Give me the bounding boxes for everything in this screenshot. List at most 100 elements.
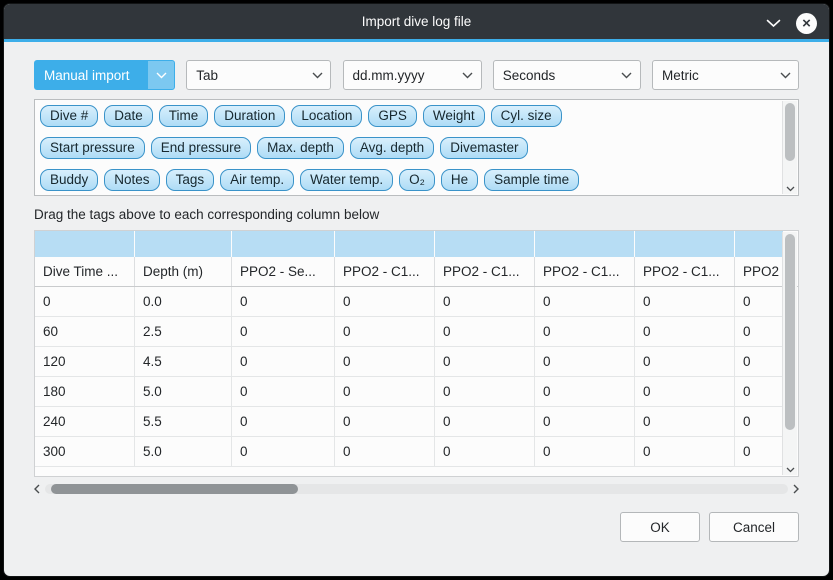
table-cell[interactable]: 0 <box>35 287 135 317</box>
table-cell[interactable]: 0 <box>335 317 435 347</box>
column-header[interactable]: PPO2 - Se... <box>232 257 335 286</box>
tag-he[interactable]: He <box>441 169 478 191</box>
table-cell[interactable]: 180 <box>35 377 135 407</box>
tag-dive[interactable]: Dive # <box>40 105 98 127</box>
table-cell[interactable]: 2.5 <box>135 317 232 347</box>
table-cell[interactable]: 4.5 <box>135 347 232 377</box>
table-cell[interactable]: 0 <box>535 377 635 407</box>
drop-target-cell[interactable] <box>535 231 635 257</box>
table-cell[interactable]: 0 <box>335 407 435 437</box>
column-header[interactable]: PPO2 - C1... <box>335 257 435 286</box>
field-separator-select[interactable]: Tab <box>186 60 331 90</box>
table-cell[interactable]: 5.0 <box>135 437 232 467</box>
table-cell[interactable]: 0 <box>635 377 735 407</box>
table-cell[interactable]: 0 <box>535 347 635 377</box>
table-cell[interactable]: 240 <box>35 407 135 437</box>
column-header[interactable]: Depth (m) <box>135 257 232 286</box>
table-vertical-scrollbar[interactable] <box>782 232 797 475</box>
tag-cyl-size[interactable]: Cyl. size <box>491 105 562 127</box>
table-cell[interactable]: 300 <box>35 437 135 467</box>
scrollbar-thumb[interactable] <box>51 484 298 494</box>
drop-target-cell[interactable] <box>35 231 135 257</box>
tag-weight[interactable]: Weight <box>423 105 485 127</box>
tag-max-depth[interactable]: Max. depth <box>257 137 344 159</box>
drop-target-cell[interactable] <box>135 231 232 257</box>
tag-sample-time[interactable]: Sample time <box>484 169 579 191</box>
column-header[interactable]: PPO2 - C1... <box>635 257 735 286</box>
tag-divemaster[interactable]: Divemaster <box>440 137 528 159</box>
tag-start-pressure[interactable]: Start pressure <box>40 137 145 159</box>
table-cell[interactable]: 0 <box>232 437 335 467</box>
table-cell[interactable]: 0 <box>232 347 335 377</box>
tag-duration[interactable]: Duration <box>214 105 285 127</box>
table-cell[interactable]: 0 <box>735 317 785 347</box>
tag-o[interactable]: O₂ <box>399 169 435 191</box>
table-cell[interactable]: 60 <box>35 317 135 347</box>
table-cell[interactable]: 0 <box>535 317 635 347</box>
scrollbar-thumb[interactable] <box>785 234 795 430</box>
column-header[interactable]: Dive Time ... <box>35 257 135 286</box>
table-cell[interactable]: 0 <box>735 377 785 407</box>
table-cell[interactable]: 120 <box>35 347 135 377</box>
scroll-down-arrow-icon[interactable] <box>783 186 797 192</box>
tag-air-temp[interactable]: Air temp. <box>220 169 294 191</box>
table-cell[interactable]: 0 <box>335 347 435 377</box>
scroll-right-arrow-icon[interactable] <box>793 484 799 494</box>
table-cell[interactable]: 0 <box>735 347 785 377</box>
table-cell[interactable]: 0 <box>735 437 785 467</box>
table-cell[interactable]: 0 <box>335 437 435 467</box>
table-cell[interactable]: 0 <box>635 287 735 317</box>
tag-end-pressure[interactable]: End pressure <box>151 137 251 159</box>
tag-date[interactable]: Date <box>104 105 153 127</box>
drop-target-cell[interactable] <box>735 231 783 257</box>
duration-format-select[interactable]: Seconds <box>493 60 641 90</box>
table-cell[interactable]: 0 <box>735 407 785 437</box>
tag-tags[interactable]: Tags <box>166 169 215 191</box>
titlebar[interactable]: Import dive log file × <box>4 4 829 42</box>
units-select[interactable]: Metric <box>652 60 799 90</box>
drop-target-cell[interactable] <box>232 231 335 257</box>
table-cell[interactable]: 0 <box>635 317 735 347</box>
drop-target-cell[interactable] <box>635 231 735 257</box>
close-icon[interactable]: × <box>796 13 817 34</box>
tag-water-temp[interactable]: Water temp. <box>300 169 393 191</box>
import-type-select[interactable]: Manual import <box>34 60 175 90</box>
table-cell[interactable]: 0 <box>435 317 535 347</box>
scrollbar-thumb[interactable] <box>785 103 795 161</box>
table-cell[interactable]: 0 <box>232 317 335 347</box>
ok-button[interactable]: OK <box>620 512 700 542</box>
column-header[interactable]: PPO2 <box>735 257 785 286</box>
scroll-left-arrow-icon[interactable] <box>34 484 40 494</box>
chevron-down-icon[interactable] <box>766 19 781 28</box>
tag-location[interactable]: Location <box>291 105 362 127</box>
drop-target-cell[interactable] <box>335 231 435 257</box>
tag-box-vertical-scrollbar[interactable] <box>782 101 797 194</box>
table-cell[interactable]: 0 <box>535 437 635 467</box>
table-cell[interactable]: 0 <box>635 437 735 467</box>
table-cell[interactable]: 0 <box>232 377 335 407</box>
table-cell[interactable]: 0 <box>435 377 535 407</box>
tag-gps[interactable]: GPS <box>368 105 417 127</box>
table-cell[interactable]: 0 <box>435 347 535 377</box>
table-cell[interactable]: 0.0 <box>135 287 232 317</box>
tag-time[interactable]: Time <box>159 105 209 127</box>
table-cell[interactable]: 0 <box>535 287 635 317</box>
table-cell[interactable]: 0 <box>535 407 635 437</box>
scrollbar-track[interactable] <box>45 484 788 494</box>
column-header[interactable]: PPO2 - C1... <box>435 257 535 286</box>
table-cell[interactable]: 0 <box>435 287 535 317</box>
table-cell[interactable]: 0 <box>435 437 535 467</box>
column-header[interactable]: PPO2 - C1... <box>535 257 635 286</box>
tag-avg-depth[interactable]: Avg. depth <box>350 137 434 159</box>
table-cell[interactable]: 5.0 <box>135 377 232 407</box>
drop-target-cell[interactable] <box>435 231 535 257</box>
tag-buddy[interactable]: Buddy <box>40 169 98 191</box>
table-cell[interactable]: 0 <box>232 407 335 437</box>
table-cell[interactable]: 0 <box>232 287 335 317</box>
table-cell[interactable]: 0 <box>335 287 435 317</box>
date-format-select[interactable]: dd.mm.yyyy <box>343 60 482 90</box>
table-cell[interactable]: 0 <box>335 377 435 407</box>
table-cell[interactable]: 0 <box>635 347 735 377</box>
scroll-down-arrow-icon[interactable] <box>783 467 797 473</box>
table-cell[interactable]: 0 <box>635 407 735 437</box>
